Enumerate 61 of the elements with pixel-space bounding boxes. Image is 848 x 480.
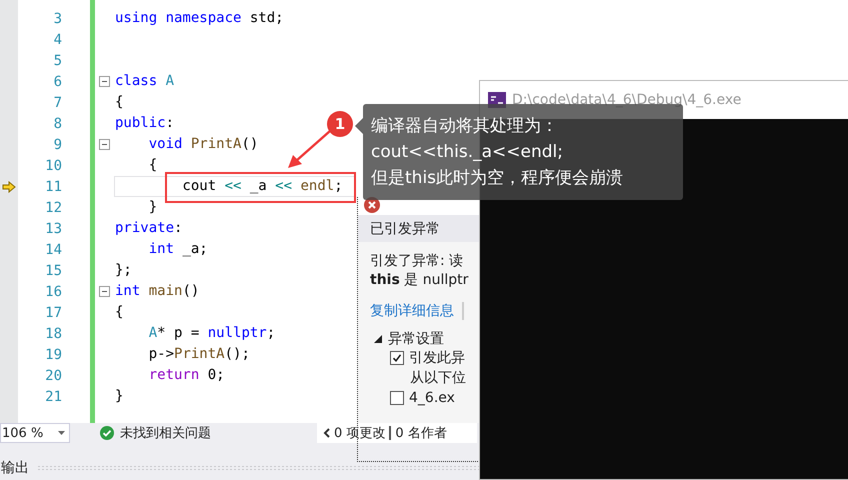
line-number: 8 bbox=[54, 116, 63, 132]
line-number: 3 bbox=[54, 10, 63, 26]
line-number: 13 bbox=[45, 220, 63, 236]
issues-status: 未找到相关问题 bbox=[120, 425, 211, 442]
code-line: class A bbox=[114, 72, 176, 91]
checkbox[interactable] bbox=[390, 391, 404, 405]
line-number: 7 bbox=[54, 94, 63, 110]
line-number: 16 bbox=[45, 284, 63, 300]
code-line: return 0; bbox=[148, 366, 226, 385]
exception-settings-label: 异常设置 bbox=[388, 330, 444, 348]
code-line: public: bbox=[114, 114, 176, 133]
checkbox[interactable] bbox=[390, 351, 404, 365]
code-line: void PrintA() bbox=[148, 135, 260, 154]
code-line: p->PrintA(); bbox=[148, 345, 251, 364]
line-number: 15 bbox=[45, 262, 63, 278]
code-line: { bbox=[114, 93, 124, 112]
checkbox-label[interactable]: 4_6.ex bbox=[409, 390, 455, 406]
output-panel-title[interactable]: 输出 bbox=[1, 458, 29, 476]
chevron-left-icon[interactable] bbox=[323, 428, 330, 438]
caret-icon bbox=[58, 431, 65, 435]
code-line: } bbox=[114, 387, 124, 406]
code-line: private: bbox=[114, 219, 184, 238]
code-line: { bbox=[114, 303, 124, 322]
exception-title: 已引发异常 bbox=[370, 220, 440, 238]
code-line: A* p = nullptr; bbox=[148, 324, 276, 343]
option-text: 从以下位 bbox=[410, 369, 466, 387]
line-number: 4 bbox=[54, 32, 63, 48]
checkbox-label[interactable]: 引发此异 bbox=[409, 349, 465, 367]
copy-details-link[interactable]: 复制详细信息 bbox=[370, 302, 454, 320]
line-number: 21 bbox=[45, 388, 63, 404]
window-title: D:\code\data\4_6\Debug\4_6.exe bbox=[512, 92, 742, 108]
expander-icon[interactable] bbox=[374, 335, 382, 343]
line-number: 5 bbox=[54, 52, 63, 68]
code-line: }; bbox=[114, 261, 133, 280]
line-number: 14 bbox=[45, 242, 63, 258]
line-number: 17 bbox=[45, 304, 63, 320]
line-number: 6 bbox=[54, 74, 63, 90]
line-number: 20 bbox=[45, 368, 63, 384]
code-line: } bbox=[148, 198, 158, 217]
callout-text: cout<<this._a<<endl; bbox=[371, 141, 564, 164]
line-number: 18 bbox=[45, 326, 63, 342]
code-line: using namespace std; bbox=[114, 9, 285, 28]
check-circle-icon bbox=[100, 426, 114, 440]
exception-detail: this 是 nullptr bbox=[369, 271, 470, 290]
zoom-dropdown[interactable]: 106 % bbox=[0, 423, 70, 443]
line-number: 12 bbox=[45, 200, 63, 216]
code-line: int main() bbox=[114, 282, 200, 301]
line-number: 9 bbox=[54, 136, 63, 152]
line-number: 10 bbox=[45, 158, 63, 174]
annotation-arrow bbox=[288, 130, 331, 168]
collapse-icon[interactable] bbox=[99, 139, 110, 150]
line-number: 11 bbox=[45, 178, 63, 194]
collapse-icon[interactable] bbox=[99, 286, 110, 297]
callout-text: 但是this此时为空，程序便会崩溃 bbox=[371, 167, 624, 190]
line-number: 19 bbox=[45, 346, 63, 362]
collapse-icon[interactable] bbox=[99, 76, 110, 87]
code-line: { bbox=[148, 156, 158, 175]
callout-text: 编译器自动将其处理为： bbox=[371, 115, 559, 138]
exception-message: 引发了异常: 读 bbox=[369, 252, 464, 271]
code-line: int _a; bbox=[148, 240, 209, 259]
authors-count[interactable]: 0 名作者 bbox=[395, 424, 447, 442]
